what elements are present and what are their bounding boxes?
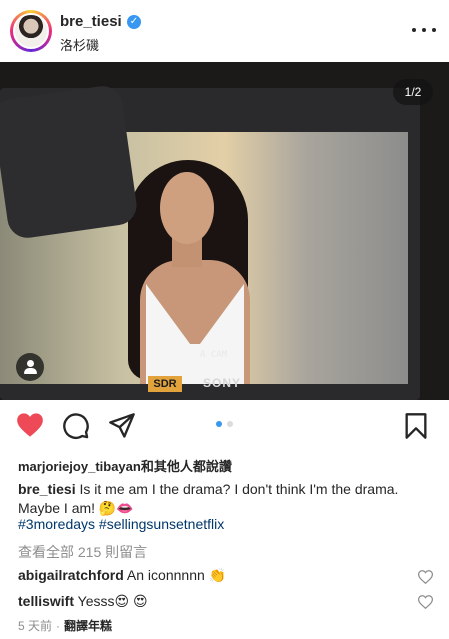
separator: · xyxy=(56,619,61,633)
view-all-comments-link[interactable]: 查看全部 215 則留言 xyxy=(18,542,147,562)
username[interactable]: bre_tiesi xyxy=(60,13,122,30)
likes-user[interactable]: marjoriejoy_tibayan xyxy=(18,459,141,474)
carousel-dot xyxy=(227,421,233,427)
story-ring[interactable] xyxy=(10,10,52,52)
comment-row: telliswift Yesss😍 😍 xyxy=(18,593,148,610)
comment-like-heart-icon[interactable] xyxy=(417,570,434,585)
save-bookmark-icon[interactable] xyxy=(403,412,431,440)
image-counter: 1/2 xyxy=(393,79,433,105)
post-footer: 5 天前 · 翻譯年糕 xyxy=(18,617,112,634)
subject-face xyxy=(160,172,214,244)
post-image[interactable]: A CAM SDR SONY 1/2 xyxy=(0,62,449,400)
comment-like-heart-icon[interactable] xyxy=(417,595,434,610)
like-heart-icon[interactable] xyxy=(16,412,44,440)
see-translation-link[interactable]: 翻譯年糕 xyxy=(64,619,112,633)
comment-username[interactable]: abigailratchford xyxy=(18,567,124,583)
avatar[interactable] xyxy=(13,13,49,49)
comment-username[interactable]: telliswift xyxy=(18,593,74,609)
likes-suffix: 和其他人都說讚 xyxy=(140,459,232,474)
tagged-people-icon[interactable] xyxy=(16,353,44,381)
comment-row: abigailratchford An iconnnnn 👏 xyxy=(18,567,226,584)
caption: bre_tiesi Is it me am I the drama? I don… xyxy=(18,480,433,518)
caption-username[interactable]: bre_tiesi xyxy=(18,481,76,497)
sdr-badge: SDR xyxy=(148,376,182,392)
caption-hashtags[interactable]: #3moredays #sellingsunsetnetflix xyxy=(18,516,224,532)
verified-badge-icon: ✓ xyxy=(127,15,141,29)
likes-summary[interactable]: marjoriejoy_tibayan和其他人都說讚 xyxy=(18,456,232,475)
caption-text: Is it me am I the drama? I don't think I… xyxy=(18,481,399,516)
comment-text: An iconnnnn 👏 xyxy=(126,567,227,583)
post-time: 5 天前 xyxy=(18,619,53,633)
camera-label: A CAM xyxy=(200,350,228,360)
post-header: bre_tiesi ✓ 洛杉磯 xyxy=(0,0,449,62)
carousel-dots xyxy=(212,420,238,428)
more-options-icon[interactable] xyxy=(410,20,438,40)
stylist-arm xyxy=(0,83,140,241)
location-link[interactable]: 洛杉磯 xyxy=(60,35,99,54)
monitor-brand: SONY xyxy=(203,376,242,390)
carousel-dot-active xyxy=(216,421,222,427)
comment-text: Yesss😍 😍 xyxy=(77,593,148,609)
action-bar xyxy=(0,400,449,450)
share-icon[interactable] xyxy=(108,412,136,440)
comment-icon[interactable] xyxy=(62,412,90,440)
